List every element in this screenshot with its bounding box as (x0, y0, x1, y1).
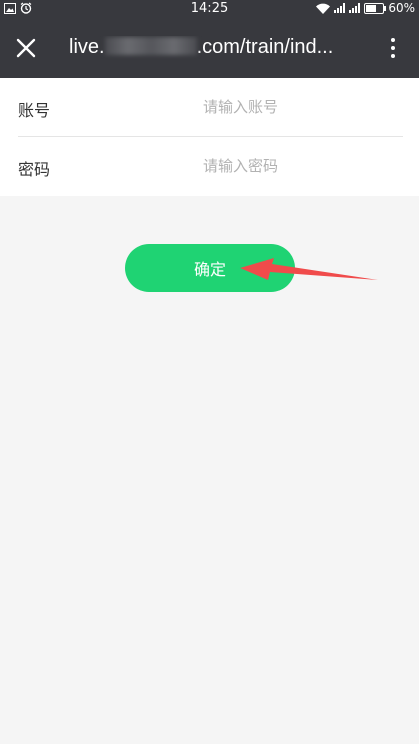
account-input[interactable] (203, 92, 403, 122)
login-form: 账号 密码 (0, 78, 419, 196)
close-icon (16, 38, 36, 58)
url-redacted (104, 37, 197, 55)
battery-icon (364, 2, 387, 14)
wifi-icon (316, 3, 331, 14)
account-label: 账号 (18, 101, 51, 120)
battery-percent: 60% (388, 1, 415, 15)
more-options-button[interactable] (377, 32, 409, 64)
password-row: 密码 (0, 137, 419, 196)
signal-icon (349, 3, 361, 13)
browser-nav-bar: live. .com/train/ind... (0, 18, 419, 78)
password-label: 密码 (18, 160, 51, 179)
red-arrow-annotation (240, 258, 378, 280)
signal-icon (334, 3, 346, 13)
url-prefix: live. (69, 36, 105, 58)
status-icons-right: 60% (316, 1, 415, 15)
close-button[interactable] (10, 32, 42, 64)
more-vertical-icon (391, 38, 395, 58)
page-url: live. .com/train/ind... (69, 36, 369, 59)
status-bar: 14:25 60% (0, 0, 419, 18)
account-row: 账号 (0, 78, 419, 137)
url-suffix: .com/train/ind... (196, 36, 334, 58)
password-input[interactable] (203, 151, 403, 181)
